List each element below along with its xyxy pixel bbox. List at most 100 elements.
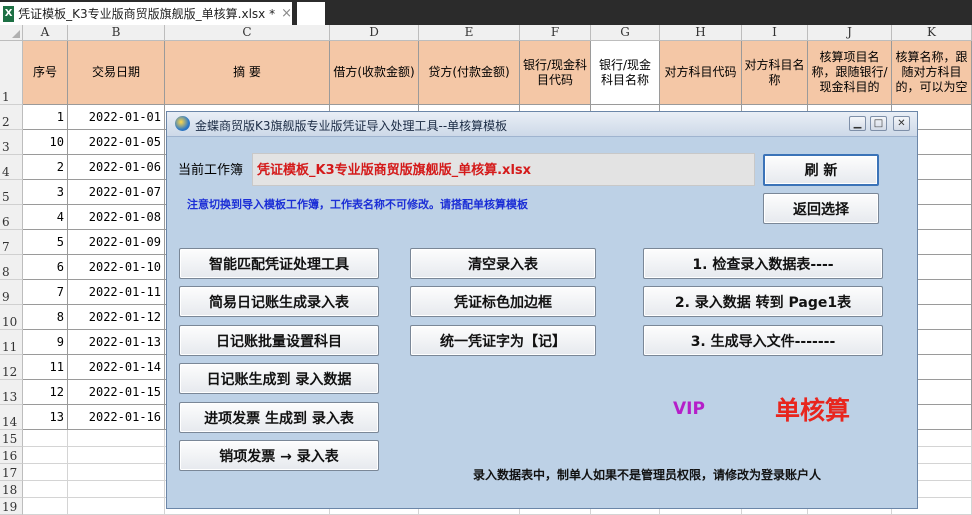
cell-date[interactable]: 2022-01-15 <box>68 380 165 405</box>
header-cell-d[interactable]: 借方(收款金额) <box>330 41 419 105</box>
cell-date[interactable]: 2022-01-16 <box>68 405 165 430</box>
row-header[interactable]: 10 <box>0 305 23 330</box>
row-header[interactable]: 12 <box>0 355 23 380</box>
header-cell-g[interactable]: 银行/现金科目名称 <box>591 41 660 105</box>
tool-button-1[interactable]: 智能匹配凭证处理工具 <box>179 248 379 279</box>
cell-empty[interactable] <box>68 498 165 515</box>
column-header-e[interactable]: E <box>419 25 520 41</box>
tool-button-3[interactable]: 日记账批量设置科目 <box>179 325 379 356</box>
header-cell-a[interactable]: 序号 <box>23 41 68 105</box>
tool-button-6[interactable]: 销项发票 → 录入表 <box>179 440 379 471</box>
cell-date[interactable]: 2022-01-08 <box>68 205 165 230</box>
column-header-f[interactable]: F <box>520 25 591 41</box>
step-button-2[interactable]: 2. 录入数据 转到 Page1表 <box>643 286 883 317</box>
row-header[interactable]: 18 <box>0 481 23 498</box>
row-header[interactable]: 8 <box>0 255 23 280</box>
column-header-d[interactable]: D <box>330 25 419 41</box>
cell-empty[interactable] <box>23 447 68 464</box>
refresh-button[interactable]: 刷 新 <box>763 154 879 186</box>
cell-empty[interactable] <box>68 447 165 464</box>
header-cell-i[interactable]: 对方科目名称 <box>742 41 808 105</box>
minimize-button[interactable]: ▁ <box>849 116 866 131</box>
cell-date[interactable]: 2022-01-05 <box>68 130 165 155</box>
row-header[interactable]: 2 <box>0 105 23 130</box>
cell-date[interactable]: 2022-01-13 <box>68 330 165 355</box>
cell-date[interactable]: 2022-01-14 <box>68 355 165 380</box>
edit-button-1[interactable]: 清空录入表 <box>410 248 596 279</box>
cell-seq[interactable]: 7 <box>23 280 68 305</box>
column-header-k[interactable]: K <box>892 25 972 41</box>
cell-seq[interactable]: 4 <box>23 205 68 230</box>
step-button-1[interactable]: 1. 检查录入数据表---- <box>643 248 883 279</box>
row-header[interactable]: 3 <box>0 130 23 155</box>
header-cell-b[interactable]: 交易日期 <box>68 41 165 105</box>
tool-button-4[interactable]: 日记账生成到 录入数据 <box>179 363 379 394</box>
new-tab-button[interactable] <box>297 2 325 25</box>
cell-seq[interactable]: 1 <box>23 105 68 130</box>
cell-empty[interactable] <box>23 464 68 481</box>
tab-close-icon[interactable]: × <box>281 6 292 21</box>
edit-button-3[interactable]: 统一凭证字为【记】 <box>410 325 596 356</box>
cell-date[interactable]: 2022-01-11 <box>68 280 165 305</box>
back-button[interactable]: 返回选择 <box>763 193 879 224</box>
maximize-button[interactable]: □ <box>870 116 887 131</box>
row-header[interactable]: 9 <box>0 280 23 305</box>
column-header-j[interactable]: J <box>808 25 892 41</box>
dialog-titlebar[interactable]: 金蝶商贸版K3旗舰版专业版凭证导入处理工具--单核算模板 ▁ □ ✕ <box>167 112 917 137</box>
cell-seq[interactable]: 5 <box>23 230 68 255</box>
cell-seq[interactable]: 8 <box>23 305 68 330</box>
cell-empty[interactable] <box>68 464 165 481</box>
cell-date[interactable]: 2022-01-01 <box>68 105 165 130</box>
column-header-h[interactable]: H <box>660 25 742 41</box>
header-cell-f[interactable]: 银行/现金科目代码 <box>520 41 591 105</box>
row-header[interactable]: 17 <box>0 464 23 481</box>
step-button-3[interactable]: 3. 生成导入文件------- <box>643 325 883 356</box>
cell-empty[interactable] <box>23 498 68 515</box>
cell-seq[interactable]: 2 <box>23 155 68 180</box>
workbook-tab-bar: X 凭证模板_K3专业版商贸版旗舰版_单核算.xlsx * × <box>0 0 972 25</box>
row-header[interactable]: 1 <box>0 41 23 105</box>
cell-seq[interactable]: 11 <box>23 355 68 380</box>
column-header-b[interactable]: B <box>68 25 165 41</box>
cell-seq[interactable]: 12 <box>23 380 68 405</box>
close-button[interactable]: ✕ <box>893 116 910 131</box>
row-header[interactable]: 14 <box>0 405 23 430</box>
select-all-corner[interactable] <box>0 25 23 41</box>
row-header[interactable]: 16 <box>0 447 23 464</box>
column-header-i[interactable]: I <box>742 25 808 41</box>
row-header[interactable]: 4 <box>0 155 23 180</box>
row-header[interactable]: 19 <box>0 498 23 515</box>
cell-empty[interactable] <box>23 481 68 498</box>
tool-button-5[interactable]: 进项发票 生成到 录入表 <box>179 402 379 433</box>
header-cell-h[interactable]: 对方科目代码 <box>660 41 742 105</box>
cell-seq[interactable]: 13 <box>23 405 68 430</box>
header-cell-k[interactable]: 核算名称，跟随对方科目的，可以为空 <box>892 41 972 105</box>
header-cell-e[interactable]: 贷方(付款金额) <box>419 41 520 105</box>
tab-active-workbook[interactable]: X 凭证模板_K3专业版商贸版旗舰版_单核算.xlsx * × <box>0 2 292 25</box>
column-header-c[interactable]: C <box>165 25 330 41</box>
row-header[interactable]: 11 <box>0 330 23 355</box>
edit-button-2[interactable]: 凭证标色加边框 <box>410 286 596 317</box>
tool-button-2[interactable]: 简易日记账生成录入表 <box>179 286 379 317</box>
column-header-a[interactable]: A <box>23 25 68 41</box>
cell-empty[interactable] <box>23 430 68 447</box>
row-header[interactable]: 6 <box>0 205 23 230</box>
cell-seq[interactable]: 10 <box>23 130 68 155</box>
cell-seq[interactable]: 9 <box>23 330 68 355</box>
header-cell-j[interactable]: 核算项目名称，跟随银行/现金科目的 <box>808 41 892 105</box>
cell-date[interactable]: 2022-01-12 <box>68 305 165 330</box>
cell-seq[interactable]: 6 <box>23 255 68 280</box>
row-header[interactable]: 7 <box>0 230 23 255</box>
cell-date[interactable]: 2022-01-07 <box>68 180 165 205</box>
cell-date[interactable]: 2022-01-10 <box>68 255 165 280</box>
cell-empty[interactable] <box>68 481 165 498</box>
cell-date[interactable]: 2022-01-09 <box>68 230 165 255</box>
row-header[interactable]: 13 <box>0 380 23 405</box>
cell-seq[interactable]: 3 <box>23 180 68 205</box>
cell-date[interactable]: 2022-01-06 <box>68 155 165 180</box>
row-header[interactable]: 5 <box>0 180 23 205</box>
column-header-g[interactable]: G <box>591 25 660 41</box>
header-cell-c[interactable]: 摘 要 <box>165 41 330 105</box>
row-header[interactable]: 15 <box>0 430 23 447</box>
cell-empty[interactable] <box>68 430 165 447</box>
